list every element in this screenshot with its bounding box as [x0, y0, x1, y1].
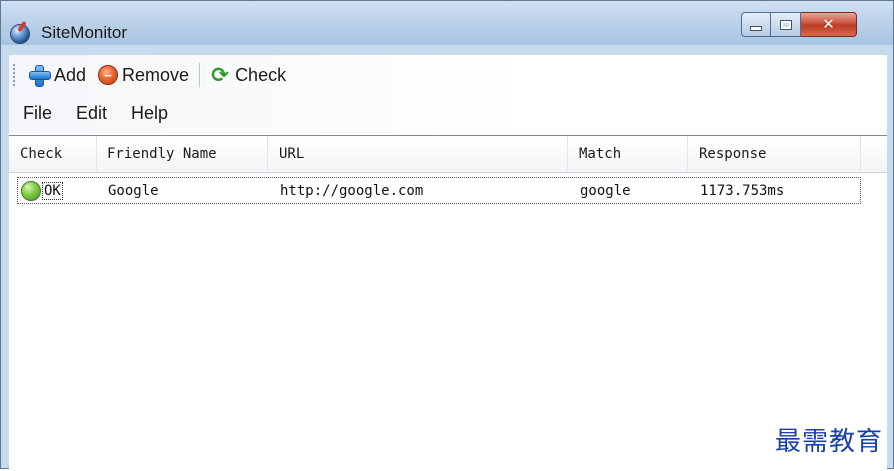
row-check-cell: OK	[18, 180, 98, 201]
check-button[interactable]: ⟳ Check	[205, 61, 290, 89]
green-status-icon	[21, 180, 41, 201]
column-header-match[interactable]: Match	[568, 136, 688, 172]
column-header-friendly-name[interactable]: Friendly Name	[97, 136, 268, 172]
row-friendly-name: Google	[108, 182, 159, 199]
row-response: 1173.753ms	[700, 182, 785, 199]
close-button[interactable]: ✕	[801, 12, 857, 37]
row-match: google	[580, 182, 631, 199]
minimize-button[interactable]	[741, 12, 771, 37]
menu-file[interactable]: File	[23, 103, 52, 124]
remove-button-label: Remove	[122, 64, 190, 85]
menu-help[interactable]: Help	[131, 103, 168, 124]
close-icon: ✕	[822, 15, 835, 33]
sites-list[interactable]: Check Friendly Name URL Match Response O…	[9, 135, 887, 471]
column-header-response[interactable]: Response	[688, 136, 861, 172]
app-window: SiteMonitor ✕ Add − Remove ⟳ Check File …	[0, 0, 894, 471]
plus-icon	[28, 64, 51, 87]
check-button-label: Check	[235, 64, 287, 85]
toolbar: Add − Remove ⟳ Check	[12, 59, 342, 91]
title-bar[interactable]: SiteMonitor ✕	[1, 1, 893, 45]
globe-icon	[10, 24, 30, 44]
list-header: Check Friendly Name URL Match Response	[9, 136, 887, 173]
window-title: SiteMonitor	[41, 23, 127, 42]
menu-bar: File Edit Help	[23, 103, 192, 124]
watermark-text: 最需教育	[775, 427, 884, 457]
toolbar-separator	[199, 63, 202, 87]
add-button-label: Add	[54, 64, 87, 85]
client-area: Add − Remove ⟳ Check File Edit Help Chec…	[9, 55, 887, 471]
column-header-filler	[861, 136, 887, 172]
maximize-icon	[779, 19, 792, 30]
caption-buttons: ✕	[741, 12, 857, 39]
remove-button[interactable]: − Remove	[94, 61, 193, 89]
row-status: OK	[42, 181, 63, 200]
table-row[interactable]: OK Google http://google.com google 1173.…	[17, 177, 861, 204]
row-url: http://google.com	[280, 182, 424, 199]
remove-icon: −	[98, 65, 119, 85]
column-header-url[interactable]: URL	[268, 136, 568, 172]
add-button[interactable]: Add	[24, 61, 90, 89]
toolbar-grip[interactable]	[12, 63, 16, 87]
maximize-button[interactable]	[771, 12, 801, 37]
refresh-icon: ⟳	[211, 62, 229, 87]
column-header-check[interactable]: Check	[9, 136, 97, 172]
toolbar-area: Add − Remove ⟳ Check File Edit Help	[9, 55, 887, 133]
minimize-icon	[750, 26, 762, 31]
menu-edit[interactable]: Edit	[76, 103, 107, 124]
